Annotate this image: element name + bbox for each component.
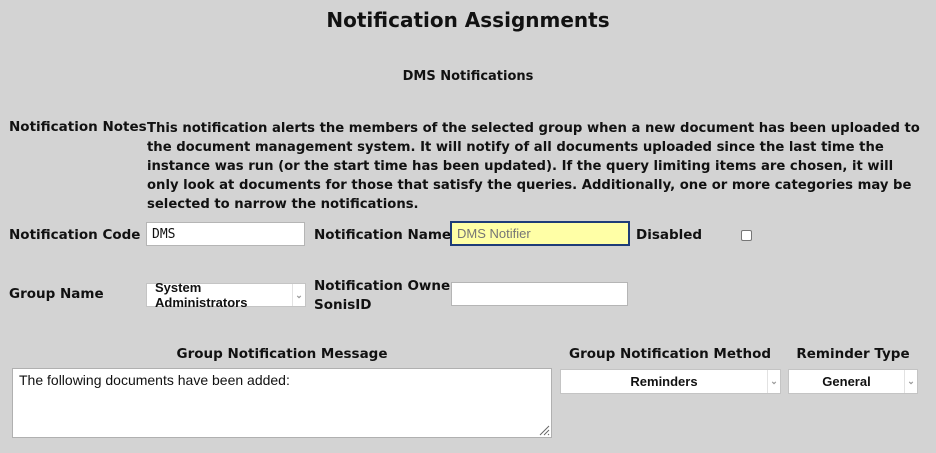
notification-notes-label: Notification Notes — [9, 119, 147, 135]
notification-code-input[interactable] — [146, 222, 305, 246]
reminder-type-value: General — [822, 374, 871, 389]
group-message-textarea[interactable]: The following documents have been added: — [12, 368, 552, 438]
group-message-label: Group Notification Message — [176, 346, 388, 362]
notification-owner-input[interactable] — [451, 282, 628, 306]
group-method-value: Reminders — [630, 374, 698, 389]
chevron-down-icon: ⌄ — [767, 370, 780, 393]
group-method-select[interactable]: Reminders ⌄ — [560, 369, 781, 394]
reminder-type-select[interactable]: General ⌄ — [788, 369, 918, 394]
resize-handle-icon[interactable] — [538, 424, 550, 436]
notification-owner-label: Notification Owner SonisID — [314, 277, 457, 315]
notification-name-input[interactable] — [450, 221, 630, 246]
group-name-label: Group Name — [9, 286, 104, 302]
disabled-label: Disabled — [636, 227, 703, 243]
chevron-down-icon: ⌄ — [292, 284, 305, 306]
reminder-type-label: Reminder Type — [796, 346, 910, 362]
section-title: DMS Notifications — [402, 69, 534, 84]
page-title: Notification Assignments — [326, 8, 610, 32]
disabled-checkbox[interactable] — [741, 230, 752, 241]
notification-name-label: Notification Name — [314, 227, 452, 243]
owner-label-line2: SonisID — [314, 297, 372, 313]
group-name-select[interactable]: System Administrators ⌄ — [146, 280, 306, 310]
owner-label-line1: Notification Owner — [314, 278, 457, 294]
notification-code-label: Notification Code — [9, 227, 141, 243]
group-message-text: The following documents have been added: — [19, 372, 290, 388]
group-method-label: Group Notification Method — [568, 346, 772, 362]
chevron-down-icon: ⌄ — [904, 370, 917, 393]
group-name-value: System Administrators — [155, 280, 248, 310]
notification-notes-text: This notification alerts the members of … — [147, 121, 920, 212]
